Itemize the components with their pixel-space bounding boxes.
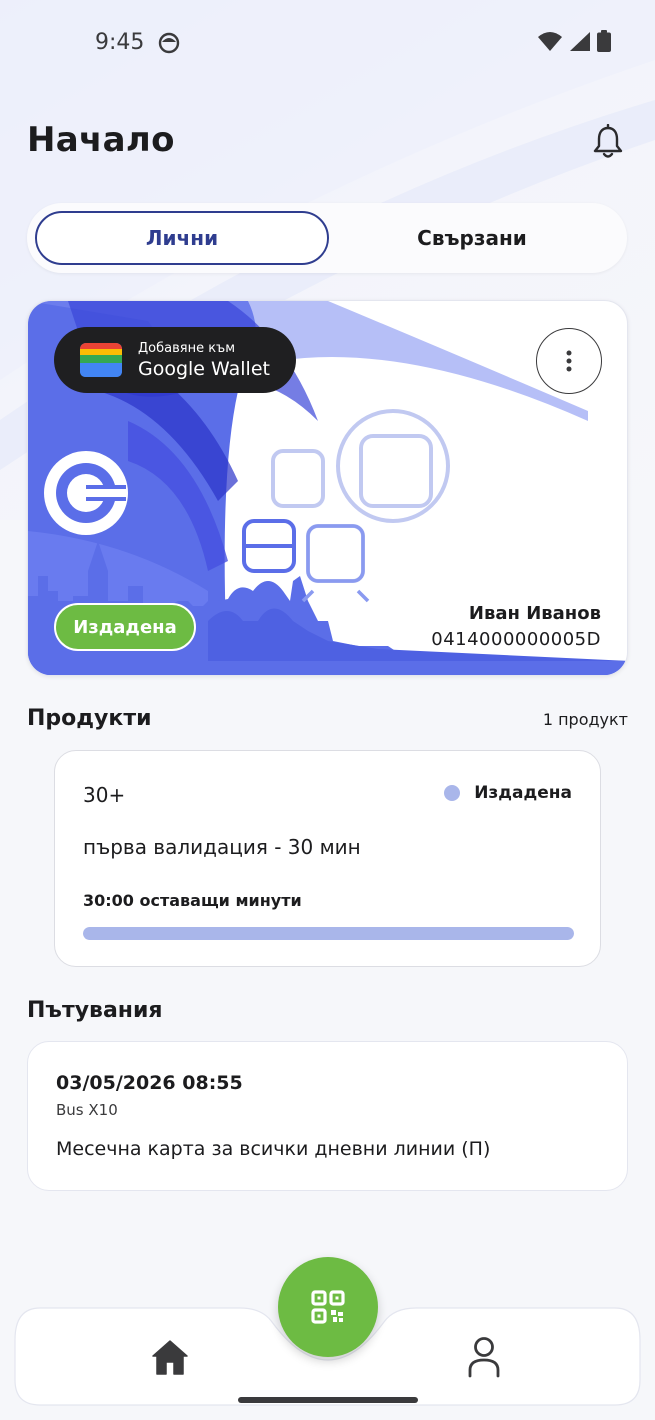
wallet-icon <box>78 341 124 379</box>
scan-qr-button[interactable] <box>278 1257 378 1357</box>
trip-datetime: 03/05/2026 08:55 <box>56 1072 243 1094</box>
tab-personal[interactable]: Лични <box>35 211 329 265</box>
trip-product: Месечна карта за всички дневни линии (П) <box>56 1138 491 1160</box>
products-count: 1 продукт <box>542 710 628 729</box>
status-bar: 9:45 <box>0 0 655 90</box>
add-to-google-wallet-button[interactable]: Добавяне към Google Wallet <box>54 327 296 393</box>
home-indicator <box>238 1397 418 1403</box>
bell-icon[interactable] <box>590 123 626 160</box>
status-time: 9:45 <box>95 30 145 55</box>
card-number: 0414000000005D <box>431 629 601 650</box>
product-progress-fill <box>83 927 574 940</box>
product-description: първа валидация - 30 мин <box>83 835 361 859</box>
status-dot-icon <box>444 785 461 801</box>
status-icons <box>537 30 611 52</box>
card-holder-name: Иван Иванов <box>468 603 601 624</box>
products-title: Продукти <box>27 706 152 731</box>
signal-icon <box>570 32 590 51</box>
battery-icon <box>597 30 611 52</box>
home-icon[interactable] <box>150 1338 190 1376</box>
trip-card[interactable]: 03/05/2026 08:55 Bus X10 Месечна карта з… <box>27 1041 628 1191</box>
notification-face-icon <box>158 32 180 58</box>
wallet-caption: Добавяне към <box>138 340 236 356</box>
wallet-label: Google Wallet <box>138 357 270 380</box>
trips-title: Пътувания <box>27 998 163 1023</box>
product-status-label: Издадена <box>474 783 572 803</box>
tab-linked[interactable]: Свързани <box>325 211 619 265</box>
trip-line: Bus X10 <box>56 1101 118 1119</box>
page-title: Начало <box>27 120 175 160</box>
product-name: 30+ <box>83 783 126 807</box>
card-status-badge: Издадена <box>54 603 196 651</box>
wifi-icon <box>538 32 562 51</box>
product-card[interactable]: 30+ Издадена първа валидация - 30 мин 30… <box>54 750 601 967</box>
qr-code-icon <box>311 1290 345 1324</box>
product-status: Издадена <box>444 783 572 803</box>
product-progress-bar <box>83 927 574 940</box>
more-vertical-icon[interactable] <box>536 328 602 394</box>
segmented-tabs: Лични Свързани <box>27 203 627 273</box>
transport-card[interactable]: Добавяне към Google Wallet Издадена Иван… <box>27 300 628 676</box>
product-remaining: 30:00 оставащи минути <box>83 891 302 910</box>
person-icon[interactable] <box>466 1336 502 1378</box>
